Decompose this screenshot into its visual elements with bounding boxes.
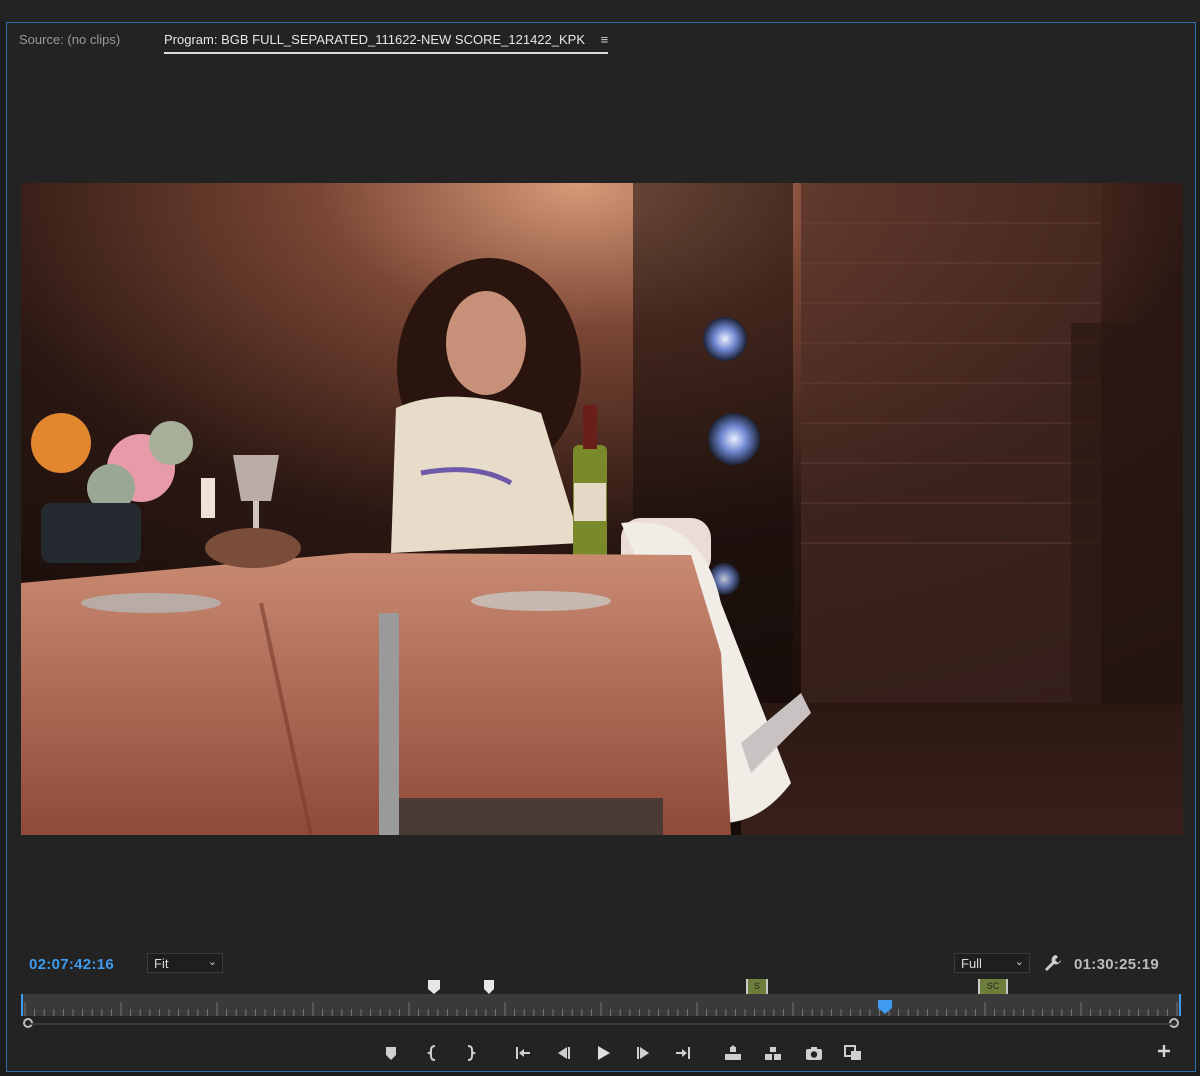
monitor-controls-row: 02:07:42:16 Fit ⌄ Full ⌄ 01:30:25:19	[7, 953, 1195, 977]
wrench-icon[interactable]	[1043, 953, 1063, 973]
zoom-level-value: Fit	[154, 956, 169, 971]
mark-out-icon[interactable]	[460, 1043, 480, 1063]
hamburger-menu-icon[interactable]: ≡	[601, 32, 609, 47]
add-marker-icon[interactable]	[381, 1043, 401, 1063]
export-frame-icon[interactable]	[804, 1043, 824, 1063]
timeline-markers-row: S SC	[7, 979, 1195, 995]
chevron-down-icon: ⌄	[1014, 956, 1024, 968]
extract-icon[interactable]	[763, 1043, 783, 1063]
step-back-icon[interactable]	[553, 1043, 573, 1063]
plus-icon[interactable]	[1154, 1041, 1174, 1061]
go-to-out-icon[interactable]	[673, 1043, 693, 1063]
mark-in-icon[interactable]	[423, 1043, 443, 1063]
comparison-view-icon[interactable]	[843, 1043, 863, 1063]
tab-program-label: Program: BGB FULL_SEPARATED_111622-NEW S…	[164, 32, 586, 47]
app-top-bar	[0, 0, 1200, 22]
lift-icon[interactable]	[723, 1043, 743, 1063]
program-video-frame[interactable]	[21, 183, 1183, 835]
ruler-ticks	[21, 994, 1181, 1016]
playback-resolution-select[interactable]: Full ⌄	[954, 953, 1030, 973]
time-ruler[interactable]	[21, 994, 1181, 1028]
play-icon[interactable]	[593, 1043, 613, 1063]
program-monitor-panel: Source: (no clips) Program: BGB FULL_SEP…	[6, 22, 1196, 1072]
zoom-level-select[interactable]: Fit ⌄	[147, 953, 223, 973]
sequence-duration-timecode: 01:30:25:19	[1074, 956, 1160, 973]
zoom-scroll-track[interactable]	[31, 1023, 1176, 1025]
chevron-down-icon: ⌄	[207, 956, 217, 968]
go-to-in-icon[interactable]	[513, 1043, 533, 1063]
tab-source[interactable]: Source: (no clips)	[19, 32, 120, 47]
playhead-timecode[interactable]: 02:07:42:16	[29, 956, 114, 973]
tab-program[interactable]: Program: BGB FULL_SEPARATED_111622-NEW S…	[164, 32, 609, 54]
clip-marker[interactable]: SC	[978, 979, 1008, 994]
step-forward-icon[interactable]	[634, 1043, 654, 1063]
resolution-value: Full	[961, 956, 982, 971]
panel-tabs: Source: (no clips) Program: BGB FULL_SEP…	[7, 23, 1195, 57]
clip-marker[interactable]: S	[746, 979, 768, 994]
video-frame-image	[21, 183, 1183, 835]
transport-controls	[7, 1041, 1195, 1065]
